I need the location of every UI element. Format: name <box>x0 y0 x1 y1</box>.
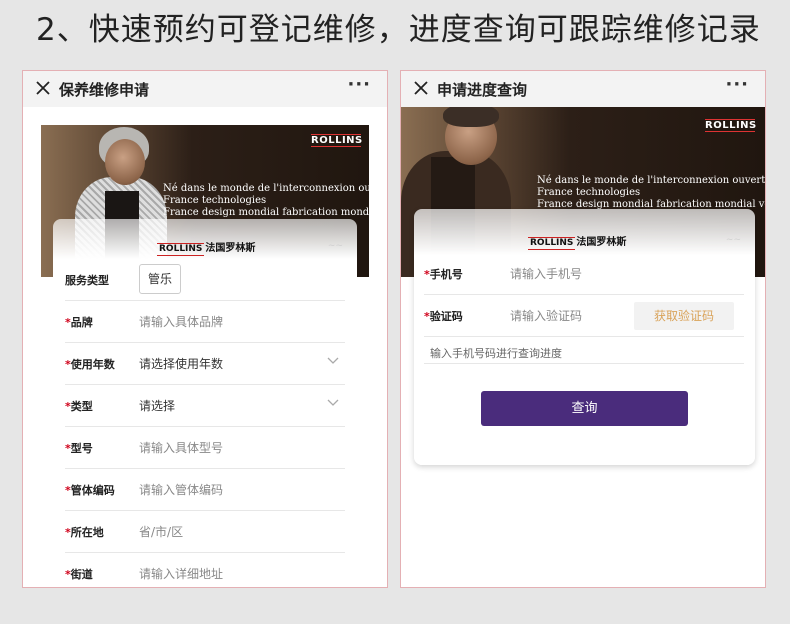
banner-logo: ROLLINS <box>311 134 363 147</box>
model-input[interactable]: 请输入具体型号 <box>139 439 223 456</box>
street-row: *街道 请输入详细地址 <box>65 553 345 587</box>
type-row: *类型 请选择 <box>65 385 345 427</box>
banner-tagline-1: Né dans le monde de l'interconnexion ouv… <box>537 175 766 186</box>
page-headline: 2、快速预约可登记维修，进度查询可跟踪维修记录 <box>36 12 761 48</box>
field-label: *管体编码 <box>65 484 115 497</box>
divider <box>424 363 744 364</box>
street-input[interactable]: 请输入详细地址 <box>139 565 223 582</box>
screen-title: 保养维修申请 <box>59 81 150 99</box>
years-used-select[interactable]: 请选择使用年数 <box>139 355 223 372</box>
field-label: *使用年数 <box>65 358 115 371</box>
banner-logo: ROLLINS <box>705 119 757 132</box>
close-icon[interactable] <box>413 80 429 96</box>
signature-mark: ~~ <box>327 241 343 251</box>
location-picker[interactable]: 省/市/区 <box>139 523 183 540</box>
signature-mark: ~~ <box>725 235 741 245</box>
query-hint: 输入手机号码进行查询进度 <box>430 347 562 360</box>
phone-row: *手机号 请输入手机号 <box>424 253 744 295</box>
tube-code-row: *管体编码 请输入管体编码 <box>65 469 345 511</box>
service-type-row: 服务类型 管乐 <box>65 259 345 301</box>
field-label: *所在地 <box>65 526 104 539</box>
location-row: *所在地 省/市/区 <box>65 511 345 553</box>
get-code-button[interactable]: 获取验证码 <box>634 302 734 330</box>
top-bar: 申请进度查询 ··· <box>401 71 765 107</box>
brand-row: *品牌 请输入具体品牌 <box>65 301 345 343</box>
field-label: 服务类型 <box>65 274 109 287</box>
chevron-down-icon[interactable] <box>327 399 339 407</box>
form-logo: ROLLINS 法国罗林斯 <box>528 237 627 250</box>
more-icon[interactable]: ··· <box>725 74 749 95</box>
banner-tagline-2: France technologies <box>537 187 641 198</box>
application-form: ROLLINS 法国罗林斯 ~~ 服务类型 管乐 *品牌 请输入具体品牌 *使用年… <box>53 219 357 587</box>
model-row: *型号 请输入具体型号 <box>65 427 345 469</box>
top-bar: 保养维修申请 ··· <box>23 71 387 107</box>
years-used-row: *使用年数 请选择使用年数 <box>65 343 345 385</box>
repair-application-screen: 保养维修申请 ··· ROLLINS Né dans le monde de l… <box>22 70 388 588</box>
progress-query-screen: 申请进度查询 ··· ROLLINS Né dans le monde de l… <box>400 70 766 588</box>
field-label: *验证码 <box>424 310 463 323</box>
field-label: *手机号 <box>424 268 463 281</box>
chevron-down-icon[interactable] <box>327 357 339 365</box>
close-icon[interactable] <box>35 80 51 96</box>
verify-code-row: *验证码 请输入验证码 获取验证码 <box>424 295 744 337</box>
brand-input[interactable]: 请输入具体品牌 <box>139 313 223 330</box>
field-label: *街道 <box>65 568 93 581</box>
more-icon[interactable]: ··· <box>347 74 371 95</box>
tube-code-input[interactable]: 请输入管体编码 <box>139 481 223 498</box>
form-logo: ROLLINS 法国罗林斯 <box>157 243 256 256</box>
verify-code-input[interactable]: 请输入验证码 <box>510 307 582 324</box>
banner-tagline-1: Né dans le monde de l'interconnexion ouv… <box>163 183 369 194</box>
service-type-chip[interactable]: 管乐 <box>139 264 182 294</box>
banner-tagline-2: France technologies <box>163 195 267 206</box>
banner-tagline-3: France design mondial fabrication mondia… <box>163 207 369 218</box>
query-button[interactable]: 查询 <box>481 391 688 426</box>
phone-input[interactable]: 请输入手机号 <box>510 265 582 282</box>
field-label: *类型 <box>65 400 93 413</box>
field-label: *型号 <box>65 442 93 455</box>
field-label: *品牌 <box>65 316 93 329</box>
screen-title: 申请进度查询 <box>437 81 528 99</box>
query-form: ROLLINS 法国罗林斯 ~~ *手机号 请输入手机号 *验证码 请输入验证码 … <box>414 209 755 465</box>
type-select[interactable]: 请选择 <box>139 397 175 414</box>
